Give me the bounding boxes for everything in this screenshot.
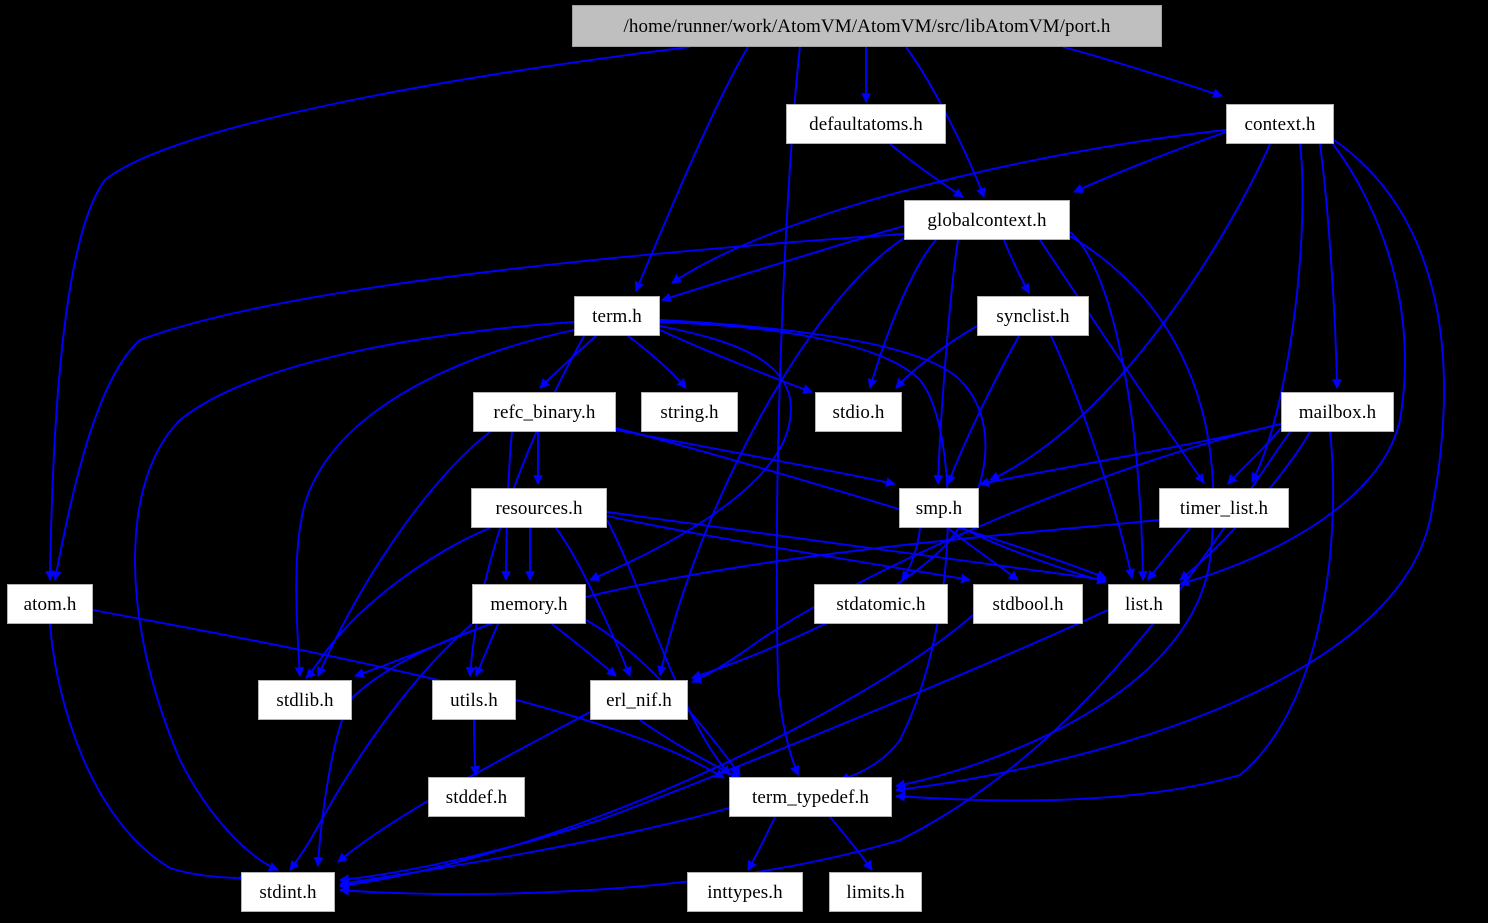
dependency-edge — [1003, 239, 1030, 294]
graph-node-utils[interactable]: utils.h — [432, 680, 516, 720]
dependency-edge — [470, 719, 480, 776]
graph-node-string[interactable]: string.h — [641, 392, 738, 432]
graph-node-label: atom.h — [23, 593, 77, 615]
dependency-edge — [775, 46, 801, 776]
graph-node-label: limits.h — [846, 881, 905, 903]
graph-node-label: inttypes.h — [707, 881, 783, 903]
dependency-edge — [49, 623, 247, 883]
graph-node-stdatomic[interactable]: stdatomic.h — [814, 584, 948, 624]
graph-node-label: synclist.h — [996, 305, 1070, 327]
graph-node-term_typedef[interactable]: term_typedef.h — [729, 777, 892, 817]
graph-node-label: memory.h — [490, 593, 568, 615]
graph-node-label: defaultatoms.h — [809, 113, 923, 135]
graph-node-atom[interactable]: atom.h — [7, 584, 93, 624]
graph-node-synclist[interactable]: synclist.h — [977, 296, 1089, 336]
dependency-edge — [889, 143, 964, 198]
graph-node-stddef[interactable]: stddef.h — [428, 777, 525, 817]
dependency-edge — [589, 325, 792, 582]
graph-node-label: stddef.h — [445, 786, 508, 808]
graph-node-label: resources.h — [495, 497, 583, 519]
dependency-edge — [933, 239, 959, 485]
dependency-edge — [339, 609, 1109, 885]
graph-node-label: stdlib.h — [276, 689, 334, 711]
include-dependency-graph: /home/runner/work/AtomVM/AtomVM/src/libA… — [0, 0, 1488, 923]
dependency-edges — [45, 46, 1445, 896]
dependency-edge — [1319, 143, 1342, 389]
graph-node-label: stdint.h — [259, 881, 317, 903]
graph-node-label: context.h — [1244, 113, 1316, 135]
graph-node-stdint[interactable]: stdint.h — [241, 872, 335, 912]
graph-node-smp[interactable]: smp.h — [899, 488, 979, 528]
dependency-edge — [659, 329, 813, 394]
graph-node-label: term.h — [592, 305, 642, 327]
graph-node-label: refc_binary.h — [493, 401, 596, 423]
dependency-edge — [317, 431, 491, 677]
graph-node-label: stdatomic.h — [836, 593, 926, 615]
graph-node-stdbool[interactable]: stdbool.h — [973, 584, 1083, 624]
graph-node-context[interactable]: context.h — [1226, 104, 1334, 144]
dependency-edge — [747, 816, 776, 871]
graph-node-label: string.h — [660, 401, 719, 423]
graph-node-stdio[interactable]: stdio.h — [815, 392, 902, 432]
dependency-edge — [627, 335, 687, 389]
graph-node-stdlib[interactable]: stdlib.h — [258, 680, 352, 720]
graph-node-label: globalcontext.h — [927, 209, 1047, 231]
graph-node-erl_nif[interactable]: erl_nif.h — [590, 680, 688, 720]
graph-node-mailbox[interactable]: mailbox.h — [1281, 392, 1394, 432]
graph-node-limits[interactable]: limits.h — [829, 872, 922, 912]
graph-node-port[interactable]: /home/runner/work/AtomVM/AtomVM/src/libA… — [572, 5, 1162, 47]
dependency-edge — [615, 427, 1107, 580]
graph-node-memory[interactable]: memory.h — [472, 584, 586, 624]
graph-node-label: term_typedef.h — [752, 786, 869, 808]
graph-node-label: smp.h — [915, 497, 963, 519]
graph-node-globalcontext[interactable]: globalcontext.h — [904, 200, 1070, 240]
graph-node-label: mailbox.h — [1298, 401, 1377, 423]
dependency-edge — [606, 511, 1107, 584]
dependency-edge — [539, 335, 597, 389]
graph-node-label: timer_list.h — [1179, 497, 1269, 519]
graph-node-label: stdbool.h — [992, 593, 1064, 615]
dependency-edge — [289, 623, 473, 871]
graph-node-label: erl_nif.h — [606, 689, 672, 711]
graph-node-list[interactable]: list.h — [1108, 584, 1180, 624]
graph-node-label: utils.h — [450, 689, 498, 711]
graph-node-resources[interactable]: resources.h — [471, 488, 607, 528]
dependency-edge — [1147, 527, 1191, 581]
dependency-edge — [305, 527, 491, 679]
graph-node-defaultatoms[interactable]: defaultatoms.h — [786, 104, 946, 144]
dependency-edge — [1073, 131, 1227, 193]
graph-node-inttypes[interactable]: inttypes.h — [687, 872, 803, 912]
dependency-edge — [1062, 46, 1223, 98]
graph-node-label: stdio.h — [832, 401, 885, 423]
dependency-edge — [867, 239, 937, 389]
dependency-edge — [829, 816, 873, 871]
graph-node-label: /home/runner/work/AtomVM/AtomVM/src/libA… — [623, 15, 1111, 37]
graph-node-timer_list[interactable]: timer_list.h — [1159, 488, 1289, 528]
graph-node-refc_binary[interactable]: refc_binary.h — [473, 392, 616, 432]
dependency-edge — [659, 321, 949, 783]
dependency-edge — [474, 623, 499, 677]
graph-node-label: list.h — [1124, 593, 1164, 615]
graph-node-term[interactable]: term.h — [574, 296, 660, 336]
dependency-edge — [895, 325, 978, 389]
